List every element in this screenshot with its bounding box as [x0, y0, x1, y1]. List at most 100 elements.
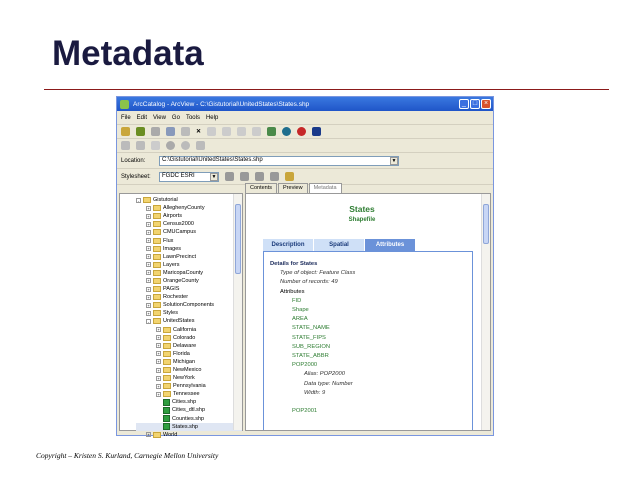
- metadata-scrollbar[interactable]: [481, 194, 490, 430]
- edit-metadata-icon[interactable]: [225, 172, 234, 181]
- expand-icon[interactable]: +: [156, 391, 161, 397]
- list-icon[interactable]: [222, 127, 232, 136]
- expand-icon[interactable]: +: [156, 343, 161, 349]
- maximize-button[interactable]: □: [470, 99, 480, 109]
- expand-icon[interactable]: +: [156, 327, 161, 333]
- menu-help[interactable]: Help: [206, 115, 218, 121]
- tree-item[interactable]: + Rochester: [136, 293, 242, 301]
- field-name[interactable]: STATE_ABBR: [270, 352, 466, 361]
- tree-item[interactable]: + NewYork: [136, 374, 242, 382]
- field-name[interactable]: POP2000: [270, 361, 466, 370]
- close-button[interactable]: ×: [481, 99, 491, 109]
- launch-arcmap-icon[interactable]: [267, 127, 277, 136]
- tree-item[interactable]: + NewMexico: [136, 366, 242, 374]
- minimize-button[interactable]: _: [459, 99, 469, 109]
- disconnect-folder-icon[interactable]: [151, 127, 160, 136]
- tab-attributes[interactable]: Attributes: [365, 239, 416, 251]
- tree-item[interactable]: Cities_dtl.shp: [136, 406, 242, 414]
- expand-icon[interactable]: +: [146, 302, 151, 308]
- create-thumbnail-icon[interactable]: [196, 141, 205, 150]
- properties-icon[interactable]: [240, 172, 249, 181]
- tree-item[interactable]: + Flux: [136, 236, 242, 244]
- connect-folder-icon[interactable]: [136, 127, 145, 136]
- tree-item[interactable]: + World: [136, 431, 242, 439]
- expand-icon[interactable]: +: [156, 359, 161, 365]
- tree-item[interactable]: + Census2000: [136, 220, 242, 228]
- expand-icon[interactable]: +: [146, 432, 151, 438]
- field-name[interactable]: POP2001: [270, 407, 466, 416]
- tree-item[interactable]: + OrangeCounty: [136, 277, 242, 285]
- tree-item[interactable]: - Gistutorial: [136, 196, 242, 204]
- expand-icon[interactable]: +: [146, 278, 151, 284]
- tree-item[interactable]: + Michigan: [136, 358, 242, 366]
- tree-item[interactable]: + Tennessee: [136, 390, 242, 398]
- tree-item[interactable]: + Styles: [136, 309, 242, 317]
- tree-item[interactable]: + Delaware: [136, 342, 242, 350]
- tree-item[interactable]: + PAGIS: [136, 285, 242, 293]
- update-metadata-icon[interactable]: [255, 172, 264, 181]
- tree-item[interactable]: + Pennsylvania: [136, 382, 242, 390]
- zoom-in-icon[interactable]: [121, 141, 130, 150]
- copy-icon[interactable]: [166, 127, 175, 136]
- expand-icon[interactable]: +: [156, 335, 161, 341]
- expand-icon[interactable]: +: [146, 238, 151, 244]
- location-input[interactable]: C:\Gistutorial\UnitedStates\States.shp ▼: [159, 155, 399, 166]
- arctoolbox-icon[interactable]: [282, 127, 292, 136]
- tree-item[interactable]: + Images: [136, 245, 242, 253]
- tree-item[interactable]: + CMUCampus: [136, 228, 242, 236]
- tree-item[interactable]: + Colorado: [136, 334, 242, 342]
- expand-icon[interactable]: +: [156, 375, 161, 381]
- collapse-icon[interactable]: -: [146, 318, 151, 324]
- tree-item[interactable]: - UnitedStates: [136, 317, 242, 325]
- expand-icon[interactable]: +: [156, 383, 161, 389]
- tree-scrollbar[interactable]: [233, 194, 242, 430]
- menu-go[interactable]: Go: [172, 115, 180, 121]
- zoom-out-icon[interactable]: [136, 141, 145, 150]
- tab-spatial[interactable]: Spatial: [314, 239, 365, 251]
- field-name[interactable]: STATE_FIPS: [270, 334, 466, 343]
- tree-item[interactable]: Cities.shp: [136, 398, 242, 406]
- paste-icon[interactable]: [181, 127, 190, 136]
- expand-icon[interactable]: +: [146, 246, 151, 252]
- field-name[interactable]: FID: [270, 297, 466, 306]
- expand-icon[interactable]: +: [146, 205, 151, 211]
- expand-icon[interactable]: +: [146, 213, 151, 219]
- tree-item[interactable]: + MaricopaCounty: [136, 269, 242, 277]
- chevron-down-icon[interactable]: ▼: [390, 156, 398, 165]
- tree-item[interactable]: + Florida: [136, 350, 242, 358]
- tree-item[interactable]: + California: [136, 326, 242, 334]
- menu-view[interactable]: View: [153, 115, 166, 121]
- up-folder-icon[interactable]: [121, 127, 130, 136]
- expand-icon[interactable]: +: [146, 254, 151, 260]
- expand-icon[interactable]: +: [156, 367, 161, 373]
- expand-icon[interactable]: +: [146, 286, 151, 292]
- tree-item[interactable]: + Airports: [136, 212, 242, 220]
- menu-file[interactable]: File: [121, 115, 131, 121]
- expand-icon[interactable]: +: [146, 262, 151, 268]
- tree-item[interactable]: + SolutionComponents: [136, 301, 242, 309]
- collapse-icon[interactable]: -: [136, 197, 141, 203]
- tab-description[interactable]: Description: [263, 239, 314, 251]
- expand-icon[interactable]: +: [146, 294, 151, 300]
- expand-icon[interactable]: +: [146, 310, 151, 316]
- large-icons-icon[interactable]: [207, 127, 217, 136]
- field-name[interactable]: SUB_REGION: [270, 343, 466, 352]
- pan-icon[interactable]: [151, 141, 160, 150]
- import-metadata-icon[interactable]: [270, 172, 279, 181]
- menu-edit[interactable]: Edit: [137, 115, 147, 121]
- whats-this-icon[interactable]: [312, 127, 322, 136]
- tree-item[interactable]: + Layers: [136, 261, 242, 269]
- tree-item[interactable]: + AlleghenyCounty: [136, 204, 242, 212]
- stylesheet-select[interactable]: FGDC ESRI ▼: [159, 171, 219, 182]
- field-name[interactable]: AREA: [270, 315, 466, 324]
- tree-item[interactable]: + LawnPrecinct: [136, 253, 242, 261]
- tree-item[interactable]: Counties.shp: [136, 415, 242, 423]
- field-name[interactable]: STATE_NAME: [270, 324, 466, 333]
- chevron-down-icon[interactable]: ▼: [210, 172, 218, 181]
- export-metadata-icon[interactable]: [285, 172, 294, 181]
- identify-icon[interactable]: [181, 141, 190, 150]
- tab-contents[interactable]: Contents: [245, 183, 278, 193]
- expand-icon[interactable]: +: [156, 351, 161, 357]
- menu-tools[interactable]: Tools: [186, 115, 200, 121]
- expand-icon[interactable]: +: [146, 229, 151, 235]
